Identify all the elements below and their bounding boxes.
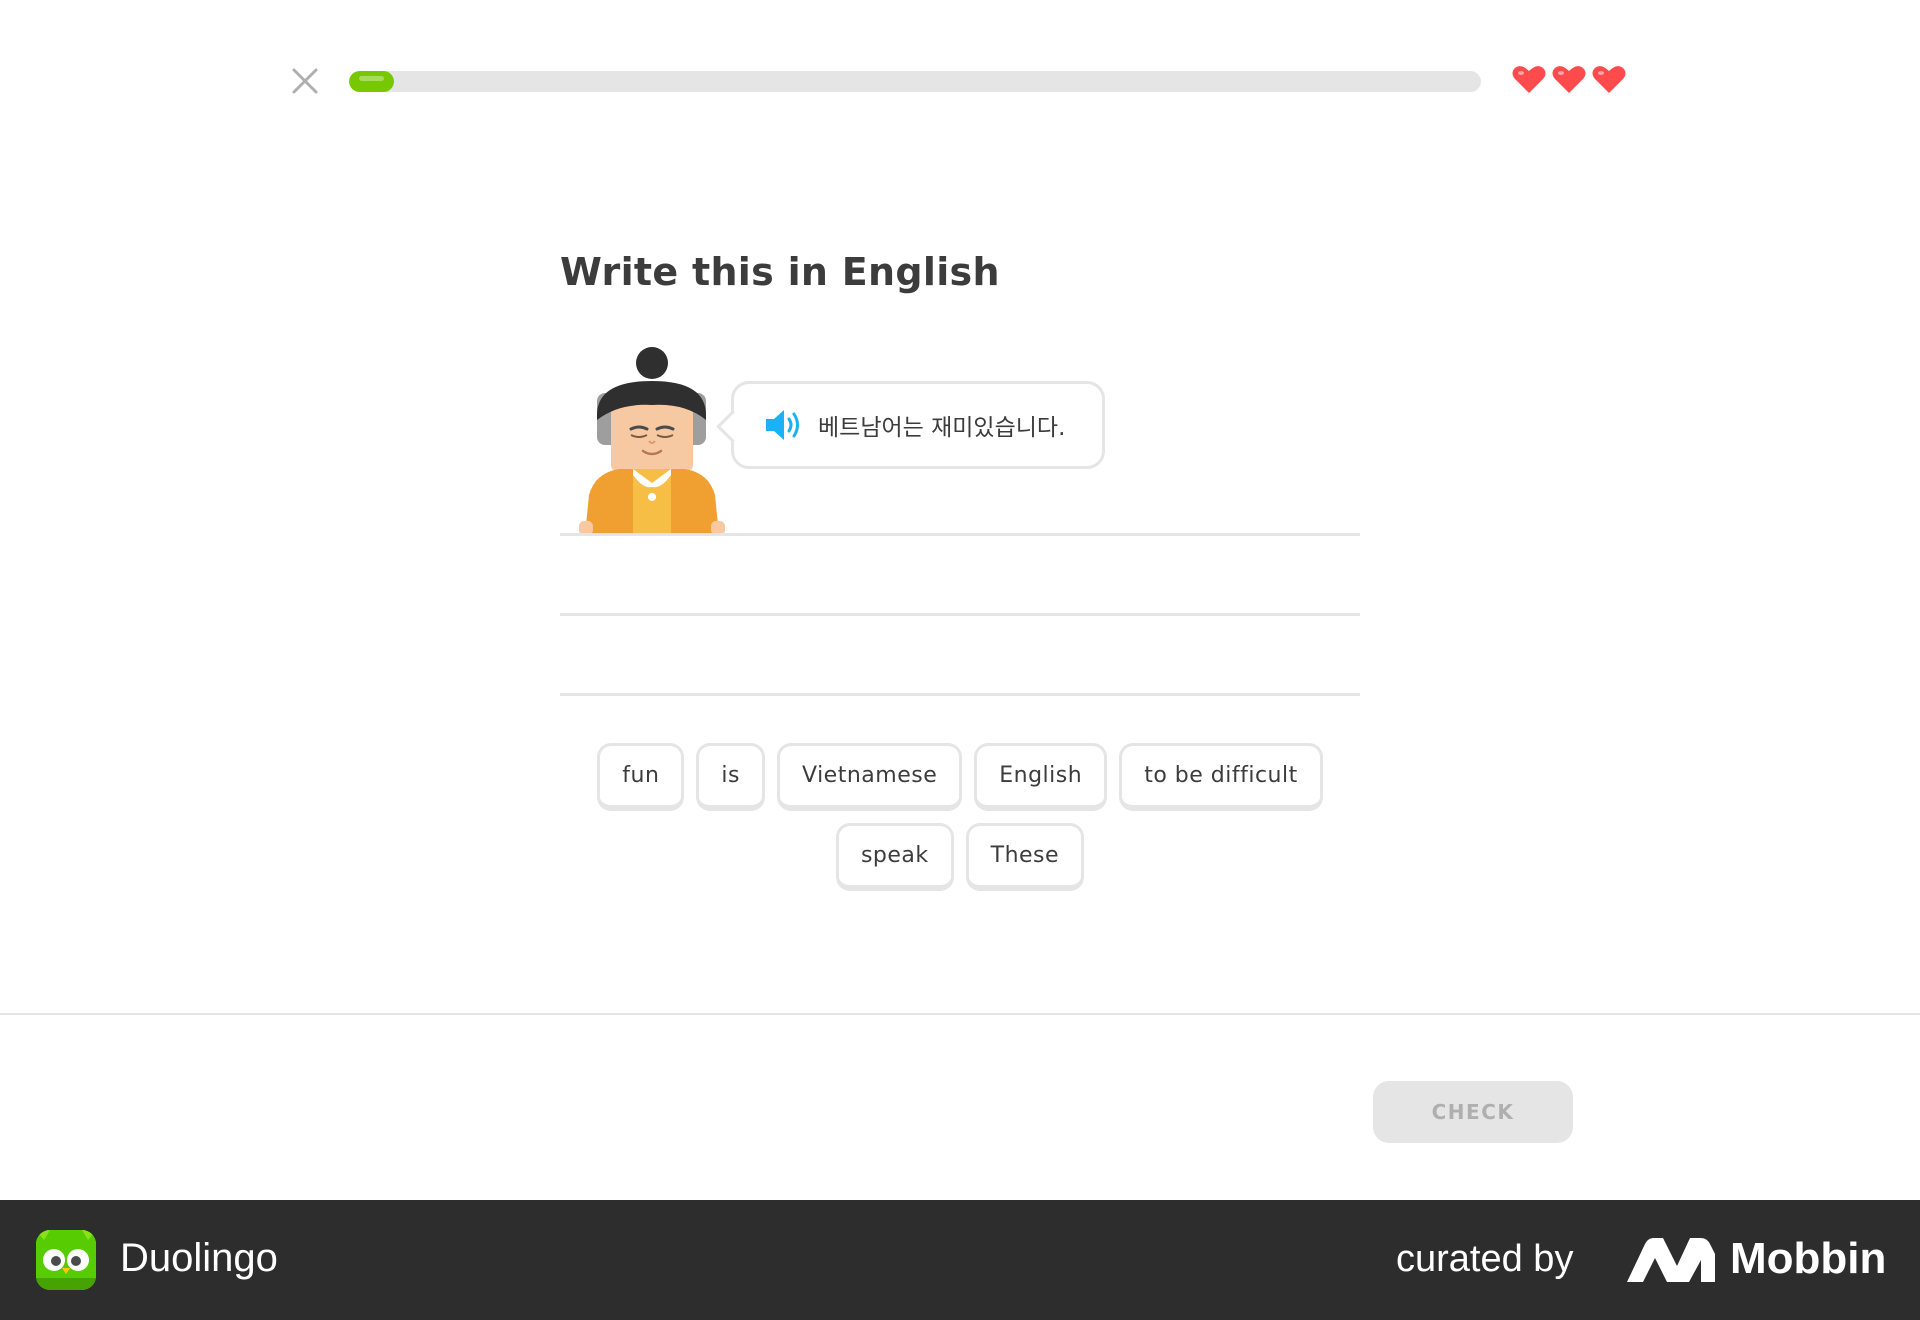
word-bank: fun is Vietnamese English to be difficul… — [560, 743, 1360, 891]
footer-divider — [0, 1013, 1920, 1015]
duolingo-logo — [36, 1230, 96, 1290]
app-name: Duolingo — [120, 1236, 278, 1280]
mobbin-logo-icon — [1627, 1238, 1715, 1282]
character-illustration — [575, 345, 725, 535]
hearts — [1512, 64, 1626, 94]
word-tile[interactable]: to be difficult — [1119, 743, 1323, 811]
word-tile[interactable]: English — [974, 743, 1108, 811]
word-tile[interactable]: Vietnamese — [777, 743, 963, 811]
close-icon[interactable] — [290, 66, 320, 96]
prompt-sentence[interactable]: 베트남어는 재미있습니다. — [818, 408, 1065, 442]
answer-line-3[interactable] — [560, 693, 1360, 696]
heart-icon — [1512, 64, 1546, 94]
mobbin-brand: Mobbin — [1730, 1234, 1887, 1283]
heart-icon — [1592, 64, 1626, 94]
word-tile[interactable]: These — [965, 823, 1085, 891]
speech-bubble: 베트남어는 재미있습니다. — [731, 381, 1105, 469]
answer-line-2[interactable] — [560, 613, 1360, 616]
credit-bar: Duolingo curated by Mobbin — [0, 1200, 1920, 1320]
exercise-title: Write this in English — [560, 250, 1000, 294]
word-tile[interactable]: is — [696, 743, 765, 811]
curated-by-text: curated by — [1396, 1238, 1574, 1280]
progress-bar — [349, 71, 1481, 92]
word-tile[interactable]: speak — [835, 823, 954, 891]
lesson-screen: Write this in English 베트남어는 재미있습니다. fun … — [0, 0, 1920, 1320]
word-tile[interactable]: fun — [597, 743, 685, 811]
check-button[interactable]: CHECK — [1373, 1081, 1573, 1143]
answer-line-1[interactable] — [560, 533, 1360, 536]
speaker-icon[interactable] — [764, 408, 804, 442]
heart-icon — [1552, 64, 1586, 94]
progress-fill — [349, 71, 395, 92]
